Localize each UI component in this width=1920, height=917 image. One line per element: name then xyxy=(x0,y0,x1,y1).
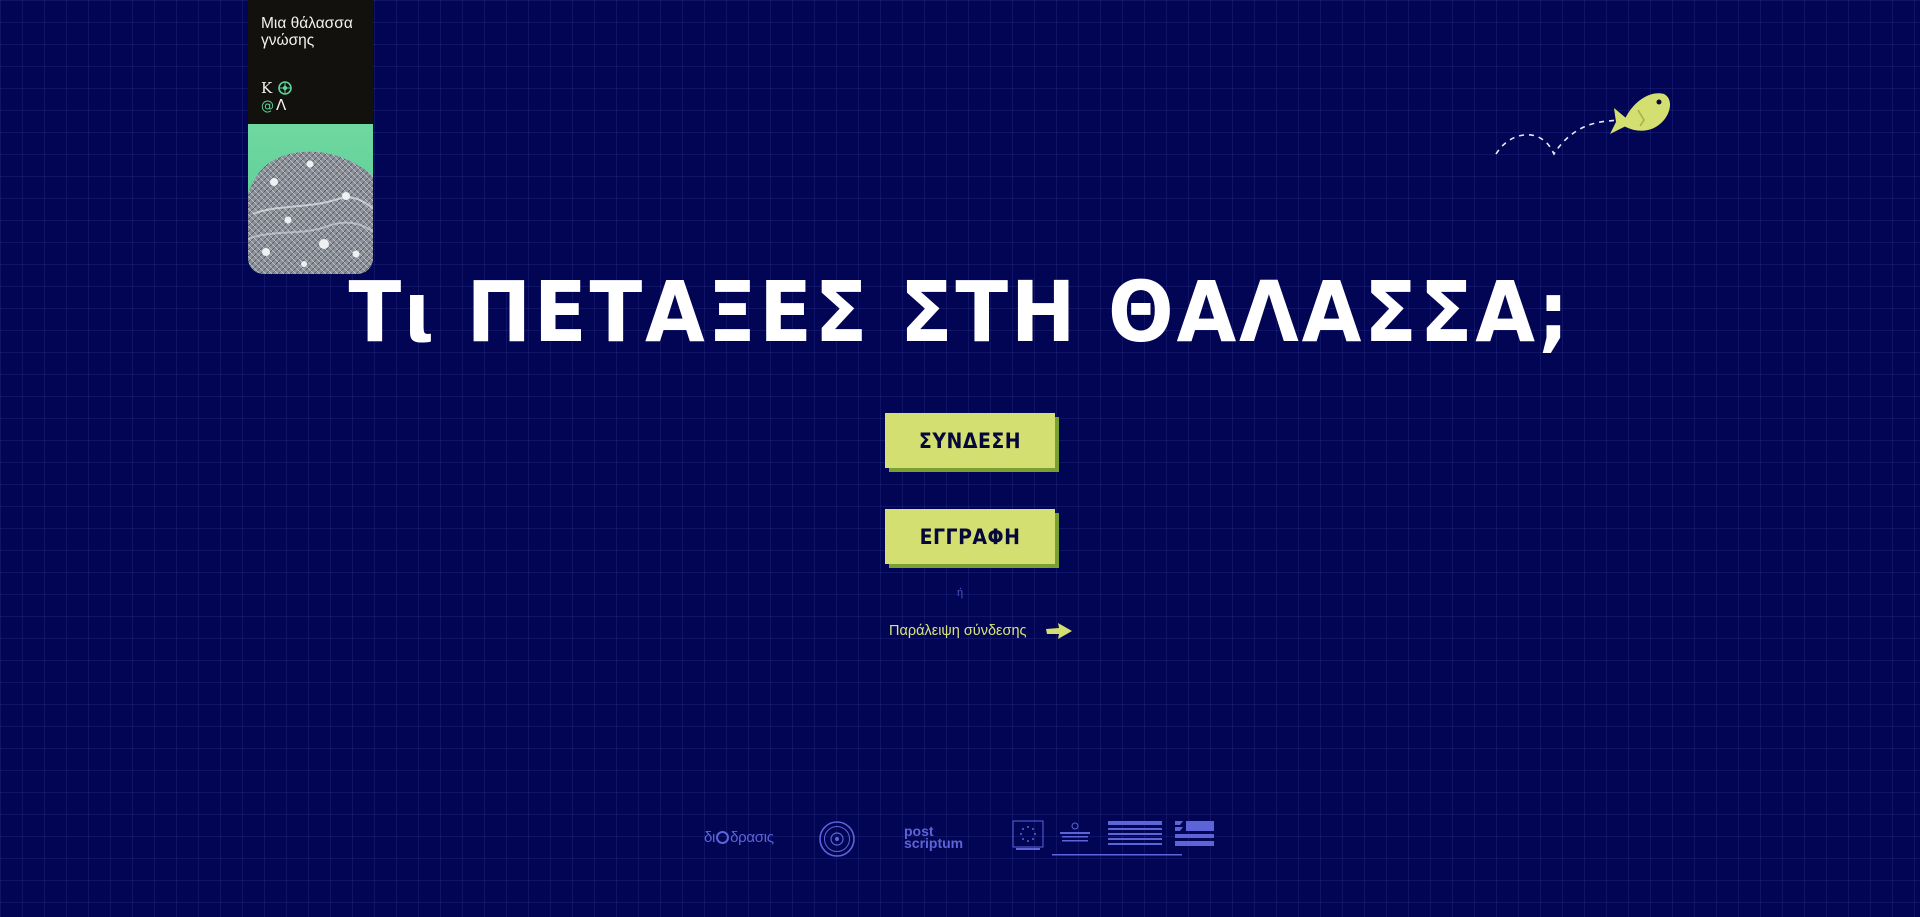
svg-text:@: @ xyxy=(261,99,274,113)
login-button[interactable]: ΣΥΝΔΕΣΗ xyxy=(885,413,1055,468)
partner-seal-icon[interactable] xyxy=(819,821,855,857)
or-separator: ή xyxy=(956,587,964,599)
svg-text:Λ: Λ xyxy=(276,96,287,113)
diadrasis-logo-text-end: δρασις xyxy=(730,829,774,846)
fish-icon xyxy=(1495,93,1670,156)
post-scriptum-logo[interactable]: post scriptum xyxy=(904,824,964,851)
kal-logo-icon: Κ @ Λ xyxy=(261,79,292,113)
register-button[interactable]: ΕΓΓΡΑΦΗ xyxy=(885,509,1055,564)
post-scriptum-line2: scriptum xyxy=(904,835,964,851)
svg-text:Κ: Κ xyxy=(261,79,273,97)
page-title: Τι ΠΕΤΑΞΕΣ ΣΤΗ ΘΑΛΑΣΣΑ; xyxy=(348,263,1572,361)
brand-card[interactable]: Μια θάλασσα γνώσης Κ @ Λ xyxy=(248,0,373,274)
diadrasis-logo-text-start: δι xyxy=(704,829,716,846)
skip-login-label: Παράλειψη σύνδεσης xyxy=(889,623,1027,639)
brand-title: Μια θάλασσα γνώσης xyxy=(261,15,353,49)
skip-login-link[interactable]: Παράλειψη σύνδεσης xyxy=(889,621,1073,641)
diadrasis-logo[interactable]: δι δρασις xyxy=(704,829,774,846)
arrow-right-icon xyxy=(1045,623,1072,639)
diadrasis-dot-icon xyxy=(716,831,730,844)
fishing-net-photo xyxy=(248,124,373,274)
espa-funding-logos xyxy=(1012,820,1214,856)
